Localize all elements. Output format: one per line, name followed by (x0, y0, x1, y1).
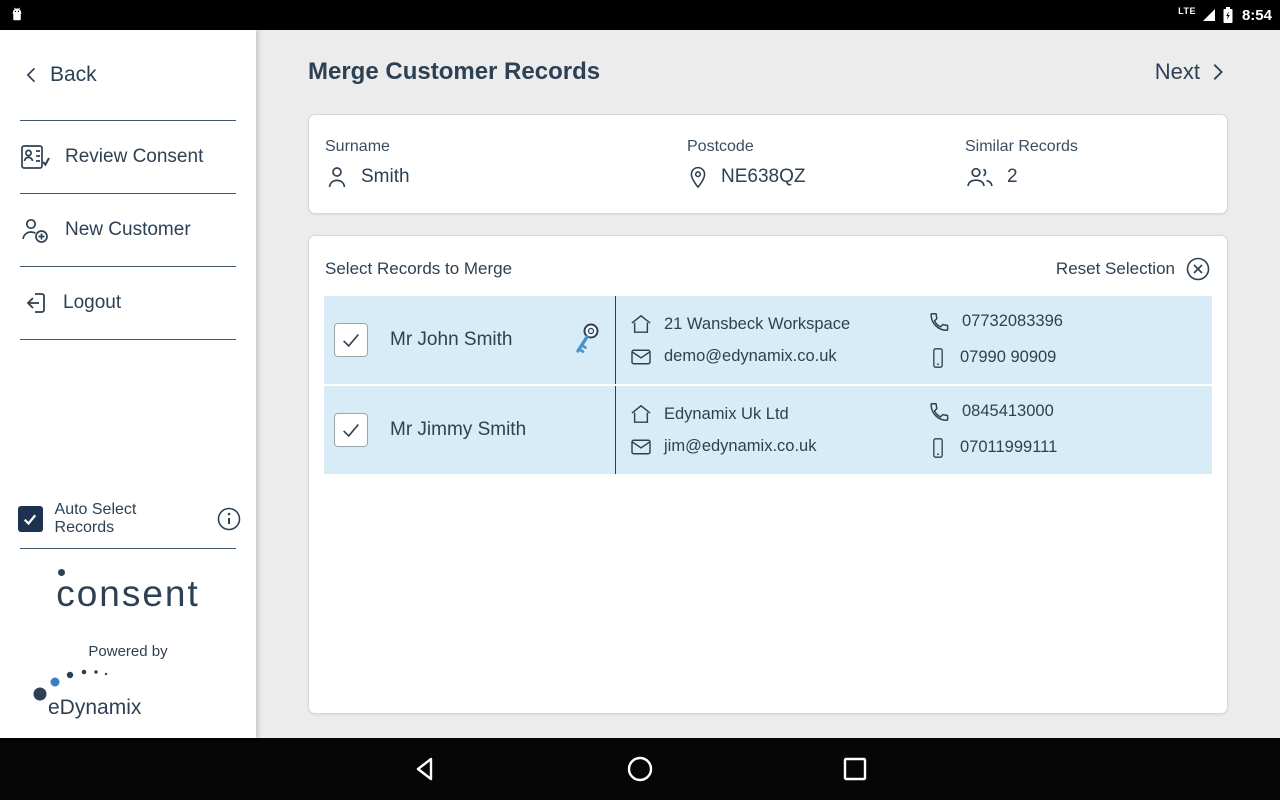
sidebar-item-logout[interactable]: Logout (0, 267, 256, 339)
records-panel: Select Records to Merge Reset Selection (308, 235, 1228, 714)
brand-text: eDynamix (48, 696, 142, 719)
similar-records-value: 2 (1007, 166, 1018, 188)
search-summary-card: Surname Smith Postcode NE638QZ (308, 114, 1228, 214)
edynamix-logo: eDynamix (0, 662, 256, 738)
surname-label: Surname (325, 138, 687, 156)
consent-logo: consent (0, 549, 256, 621)
next-button[interactable]: Next (1155, 59, 1228, 85)
record-row-left: Mr John Smith (324, 296, 616, 384)
record-checkbox[interactable] (334, 323, 368, 357)
page-title: Merge Customer Records (308, 58, 600, 86)
record-phone: 0845413000 (962, 402, 1054, 421)
powered-by-label: Powered by (0, 621, 256, 662)
review-consent-icon (20, 143, 50, 171)
back-button[interactable]: Back (0, 30, 256, 120)
android-nav-bar (0, 738, 1280, 800)
back-label: Back (50, 63, 97, 87)
app-screen: LTE 8:54 Back (0, 0, 1280, 800)
nav-recents-button[interactable] (842, 756, 868, 782)
people-icon (965, 164, 995, 190)
main-header: Merge Customer Records Next (308, 30, 1228, 114)
android-robot-icon (8, 6, 26, 24)
record-row[interactable]: Mr John Smith (324, 296, 1212, 384)
record-mobile: 07990 90909 (960, 348, 1056, 367)
main-content: Merge Customer Records Next Surname (256, 30, 1280, 738)
email-icon (630, 438, 652, 456)
similar-records-label: Similar Records (965, 138, 1211, 156)
records-header: Select Records to Merge Reset Selection (309, 236, 1227, 296)
record-email: jim@edynamix.co.uk (664, 437, 816, 456)
status-bar: LTE 8:54 (0, 0, 1280, 30)
record-checkbox[interactable] (334, 413, 368, 447)
phone-icon (928, 311, 950, 333)
record-address: Edynamix Uk Ltd (664, 405, 789, 424)
postcode-field: Postcode NE638QZ (687, 138, 965, 190)
key-icon (569, 320, 605, 360)
record-contact-block: Edynamix Uk Ltd jim@edynamix.co.uk (616, 404, 928, 456)
sidebar-item-label: New Customer (65, 219, 191, 241)
signal-icon (1201, 7, 1217, 23)
home-icon (630, 314, 652, 334)
chevron-right-icon (1206, 59, 1228, 85)
battery-icon (1222, 6, 1234, 24)
records-panel-title: Select Records to Merge (325, 259, 512, 279)
similar-records-field: Similar Records 2 (965, 138, 1211, 190)
auto-select-checkbox[interactable] (18, 506, 43, 532)
svg-text:eDynamix: eDynamix (48, 696, 142, 719)
logout-icon (20, 289, 48, 317)
record-phones-block: 0845413000 07011999111 (928, 401, 1212, 460)
person-icon (325, 164, 349, 190)
mobile-icon (928, 436, 948, 460)
location-pin-icon (687, 164, 709, 190)
chevron-left-icon (22, 63, 42, 87)
clock: 8:54 (1242, 7, 1272, 24)
record-name: Mr John Smith (390, 329, 512, 351)
close-circle-icon (1185, 256, 1211, 282)
mobile-icon (928, 346, 948, 370)
auto-select-records-row: Auto Select Records (0, 490, 256, 548)
record-email: demo@edynamix.co.uk (664, 347, 837, 366)
next-label: Next (1155, 59, 1200, 85)
record-row[interactable]: Mr Jimmy Smith Edynamix Uk Ltd (324, 386, 1212, 474)
email-icon (630, 348, 652, 366)
surname-value: Smith (361, 166, 410, 188)
nav-back-button[interactable] (412, 755, 438, 783)
person-add-icon (20, 216, 50, 244)
record-phones-block: 07732083396 07990 90909 (928, 311, 1212, 370)
phone-icon (928, 401, 950, 423)
network-type-label: LTE (1178, 6, 1196, 16)
sidebar-item-label: Review Consent (65, 146, 203, 168)
records-list: Mr John Smith (309, 296, 1227, 476)
record-name: Mr Jimmy Smith (390, 419, 526, 441)
record-phone: 07732083396 (962, 312, 1063, 331)
auto-select-label: Auto Select Records (55, 501, 192, 537)
record-row-left: Mr Jimmy Smith (324, 386, 616, 474)
logo-text: consent (56, 573, 200, 614)
sidebar-item-new-customer[interactable]: New Customer (0, 194, 256, 266)
postcode-label: Postcode (687, 138, 965, 156)
reset-selection-label: Reset Selection (1056, 259, 1175, 279)
nav-home-button[interactable] (626, 755, 654, 783)
record-address: 21 Wansbeck Workspace (664, 315, 850, 334)
record-mobile: 07011999111 (960, 438, 1057, 457)
sidebar-item-label: Logout (63, 292, 121, 314)
postcode-value: NE638QZ (721, 166, 805, 188)
sidebar-item-review-consent[interactable]: Review Consent (0, 121, 256, 193)
sidebar: Back Review Consent (0, 30, 256, 738)
sidebar-spacer (0, 340, 256, 490)
home-icon (630, 404, 652, 424)
reset-selection-button[interactable]: Reset Selection (1056, 256, 1211, 282)
surname-field: Surname Smith (325, 138, 687, 190)
record-contact-block: 21 Wansbeck Workspace demo@edynamix.co.u… (616, 314, 928, 366)
info-icon[interactable] (216, 506, 242, 532)
